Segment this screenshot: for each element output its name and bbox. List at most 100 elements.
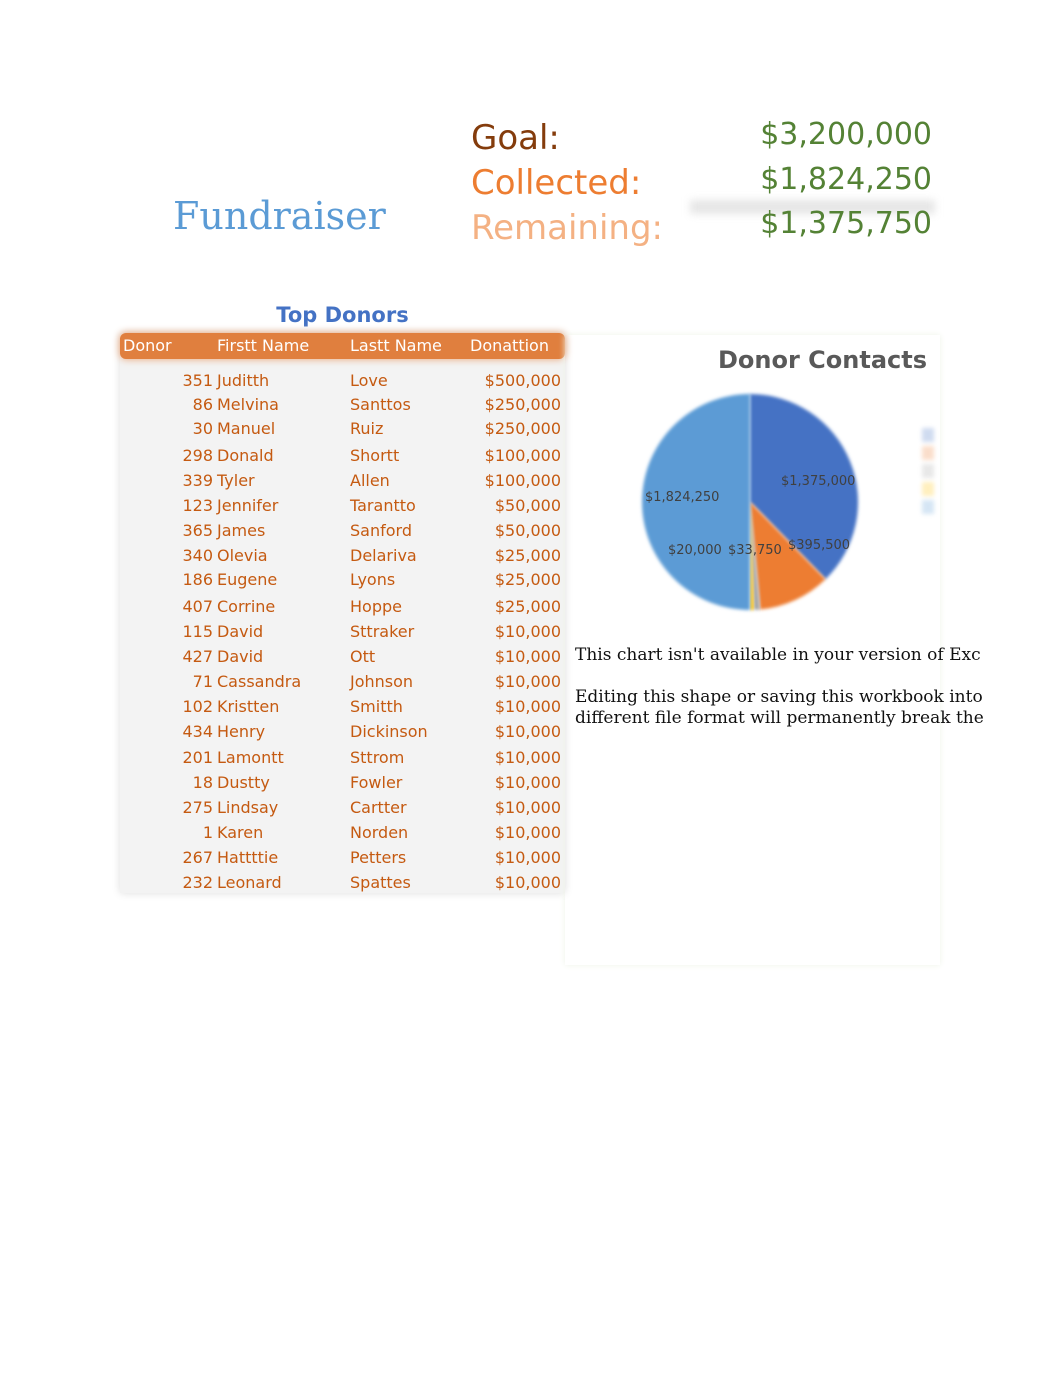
table-row[interactable]: 123 Jennifer Tarantto $50,000 (120, 496, 565, 521)
donation-cell: $10,000 (494, 722, 561, 741)
first-name-cell: Leonard (217, 873, 282, 892)
donor-id-cell: 339 (182, 471, 213, 490)
last-name-cell: Allen (350, 471, 390, 490)
donation-cell: $10,000 (494, 823, 561, 842)
donor-id-cell: 123 (182, 496, 213, 515)
table-row[interactable]: 1 Karen Norden $10,000 (120, 823, 565, 848)
donor-id-cell: 18 (192, 773, 213, 792)
table-row[interactable]: 427 David Ott $10,000 (120, 647, 565, 672)
table-row[interactable]: 339 Tyler Allen $100,000 (120, 471, 565, 496)
table-row[interactable]: 365 James Sanford $50,000 (120, 521, 565, 546)
first-name-cell: Jennifer (217, 496, 279, 515)
donor-id-cell: 434 (182, 722, 213, 741)
donation-cell: $25,000 (494, 546, 561, 565)
goal-label: Goal: (471, 118, 560, 158)
column-header-first-name[interactable]: Firstt Name (217, 336, 309, 355)
donor-id-cell: 1 (202, 823, 213, 842)
legend-swatch (922, 500, 934, 514)
table-row[interactable]: 298 Donald Shortt $100,000 (120, 446, 565, 471)
table-row[interactable]: 407 Corrine Hoppe $25,000 (120, 597, 565, 622)
first-name-cell: Cassandra (217, 672, 302, 691)
last-name-cell: Love (350, 371, 388, 390)
chart-unavailable-message: This chart isn't available in your versi… (575, 645, 981, 665)
top-donors-table: Donor Firstt Name Lastt Name Donattion 3… (120, 333, 565, 893)
column-header-donation[interactable]: Donattion (470, 336, 549, 355)
donor-id-cell: 30 (192, 419, 213, 438)
table-row[interactable]: 115 David Sttraker $10,000 (120, 622, 565, 647)
donation-cell: $25,000 (494, 570, 561, 589)
table-row[interactable]: 18 Dustty Fowler $10,000 (120, 773, 565, 798)
first-name-cell: Lindsay (217, 798, 279, 817)
last-name-cell: Shortt (350, 446, 400, 465)
last-name-cell: Johnson (350, 672, 414, 691)
table-row[interactable]: 351 Juditth Love $500,000 (120, 371, 565, 396)
donor-id-cell: 201 (182, 748, 213, 767)
remaining-label: Remaining: (471, 208, 663, 248)
donor-id-cell: 407 (182, 597, 213, 616)
first-name-cell: Eugene (217, 570, 278, 589)
table-row[interactable]: 267 Hattttie Petters $10,000 (120, 848, 565, 873)
donor-id-cell: 115 (182, 622, 213, 641)
chart-warning-line2: different file format will permanently b… (575, 708, 984, 728)
donation-cell: $25,000 (494, 597, 561, 616)
donation-cell: $10,000 (494, 622, 561, 641)
table-row[interactable]: 201 Lamontt Sttrom $10,000 (120, 748, 565, 773)
donor-id-cell: 102 (182, 697, 213, 716)
table-row[interactable]: 434 Henry Dickinson $10,000 (120, 722, 565, 747)
first-name-cell: Dustty (217, 773, 270, 792)
table-row[interactable]: 30 Manuel Ruiz $250,000 (120, 419, 565, 444)
donation-cell: $10,000 (494, 798, 561, 817)
first-name-cell: Melvina (217, 395, 279, 414)
last-name-cell: Cartter (350, 798, 407, 817)
first-name-cell: David (217, 647, 264, 666)
first-name-cell: James (217, 521, 266, 540)
pie-chart[interactable] (630, 385, 870, 625)
table-row[interactable]: 232 Leonard Spattes $10,000 (120, 873, 565, 898)
donation-cell: $10,000 (494, 873, 561, 892)
first-name-cell: Lamontt (217, 748, 284, 767)
legend-swatch (922, 482, 934, 496)
collected-label: Collected: (471, 163, 642, 203)
donation-cell: $50,000 (494, 496, 561, 515)
top-donors-title: Top Donors (276, 303, 409, 327)
last-name-cell: Sanford (350, 521, 412, 540)
donor-id-cell: 186 (182, 570, 213, 589)
page-title: Fundraiser (173, 194, 386, 238)
last-name-cell: Santtos (350, 395, 411, 414)
donor-id-cell: 340 (182, 546, 213, 565)
pie-label: $20,000 (668, 543, 722, 558)
last-name-cell: Ruiz (350, 419, 384, 438)
first-name-cell: Manuel (217, 419, 276, 438)
remaining-value: $1,375,750 (760, 206, 932, 241)
last-name-cell: Dickinson (350, 722, 428, 741)
donation-cell: $50,000 (494, 521, 561, 540)
first-name-cell: Hattttie (217, 848, 279, 867)
donor-id-cell: 275 (182, 798, 213, 817)
first-name-cell: Corrine (217, 597, 276, 616)
last-name-cell: Spattes (350, 873, 411, 892)
table-row[interactable]: 275 Lindsay Cartter $10,000 (120, 798, 565, 823)
first-name-cell: Kristten (217, 697, 280, 716)
table-row[interactable]: 86 Melvina Santtos $250,000 (120, 395, 565, 420)
donor-id-cell: 267 (182, 848, 213, 867)
last-name-cell: Hoppe (350, 597, 402, 616)
donation-cell: $500,000 (484, 371, 561, 390)
donation-cell: $10,000 (494, 748, 561, 767)
last-name-cell: Lyons (350, 570, 396, 589)
donor-id-cell: 71 (192, 672, 213, 691)
spreadsheet-page: Fundraiser Goal: Collected: Remaining: $… (0, 0, 1062, 1376)
donor-id-cell: 232 (182, 873, 213, 892)
column-header-donor[interactable]: Donor (123, 336, 172, 355)
table-row[interactable]: 186 Eugene Lyons $25,000 (120, 570, 565, 595)
last-name-cell: Smitth (350, 697, 403, 716)
legend-swatch (922, 464, 934, 478)
last-name-cell: Sttraker (350, 622, 415, 641)
donation-cell: $10,000 (494, 672, 561, 691)
table-row[interactable]: 340 Olevia Delariva $25,000 (120, 546, 565, 571)
table-row[interactable]: 71 Cassandra Johnson $10,000 (120, 672, 565, 697)
goal-value: $3,200,000 (760, 117, 932, 152)
table-row[interactable]: 102 Kristten Smitth $10,000 (120, 697, 565, 722)
first-name-cell: Donald (217, 446, 274, 465)
column-header-last-name[interactable]: Lastt Name (350, 336, 442, 355)
chart-title: Donor Contacts (718, 346, 928, 374)
